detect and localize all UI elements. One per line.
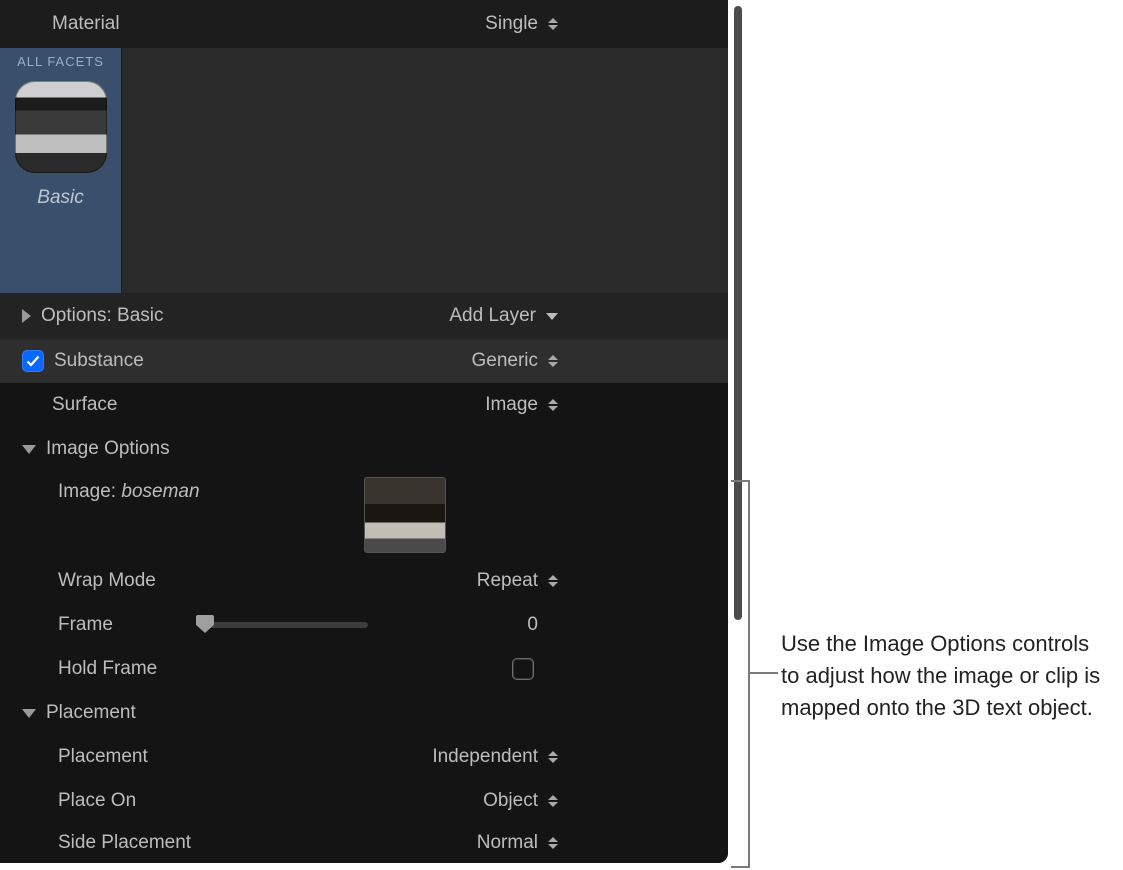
side-placement-value: Normal [477, 832, 538, 854]
annotation-area: Use the Image Options controls to adjust… [747, 0, 1123, 863]
substance-popup[interactable]: Generic [471, 350, 558, 372]
facet-header: ALL FACETS [17, 48, 104, 73]
callout-bracket-icon [748, 480, 750, 868]
frame-label: Frame [58, 614, 198, 636]
material-label: Material [52, 13, 120, 35]
facet-name: Basic [37, 187, 83, 209]
side-placement-popup[interactable]: Normal [477, 832, 558, 854]
image-options-row: Image Options [0, 427, 728, 471]
placement-row: Placement Independent [0, 735, 728, 779]
disclosure-down-icon[interactable] [22, 445, 36, 454]
add-layer-popup[interactable]: Add Layer [449, 305, 558, 327]
placement-section-row: Placement [0, 691, 728, 735]
stepper-icon [548, 795, 558, 807]
callout-bracket-icon [731, 866, 749, 868]
stepper-icon [548, 18, 558, 30]
inspector-panel: Material Single ALL FACETS Basic Options… [0, 0, 728, 863]
place-on-label: Place On [58, 790, 136, 812]
substance-row: Substance Generic [0, 339, 728, 383]
hold-frame-row: Hold Frame [0, 647, 728, 691]
image-well[interactable] [364, 477, 446, 553]
callout-lead-icon [750, 672, 778, 674]
wrap-mode-popup[interactable]: Repeat [477, 570, 558, 592]
disclosure-right-icon[interactable] [22, 309, 31, 323]
image-row: Image: boseman [0, 471, 728, 559]
scrollbar-thumb[interactable] [734, 6, 742, 620]
options-row: Options: Basic Add Layer [0, 293, 728, 339]
substance-label: Substance [54, 350, 144, 372]
stepper-icon [548, 751, 558, 763]
callout-text: Use the Image Options controls to adjust… [781, 628, 1111, 724]
scrollbar[interactable] [732, 6, 744, 793]
frame-slider[interactable] [198, 622, 368, 628]
frame-row: Frame 0 [0, 603, 728, 647]
facet-thumbnail [15, 81, 107, 173]
side-placement-row: Side Placement Normal [0, 823, 728, 863]
facets-area: ALL FACETS Basic [0, 48, 728, 293]
wrap-mode-label: Wrap Mode [58, 570, 156, 592]
place-on-row: Place On Object [0, 779, 728, 823]
material-value: Single [485, 13, 538, 35]
substance-value: Generic [471, 350, 538, 372]
stepper-icon [548, 399, 558, 411]
callout-bracket-icon [731, 480, 749, 482]
stepper-icon [548, 355, 558, 367]
placement-section-label: Placement [46, 702, 136, 724]
place-on-value: Object [483, 790, 538, 812]
image-label: Image: boseman [58, 475, 200, 503]
material-popup[interactable]: Single [485, 13, 558, 35]
wrap-mode-value: Repeat [477, 570, 538, 592]
disclosure-down-icon[interactable] [22, 709, 36, 718]
options-label: Options: Basic [41, 305, 164, 327]
image-name: boseman [121, 481, 199, 502]
surface-row: Surface Image [0, 383, 728, 427]
chevron-down-icon [546, 313, 558, 320]
material-row: Material Single [0, 0, 728, 48]
side-placement-label: Side Placement [58, 832, 191, 854]
facet-tile[interactable]: ALL FACETS Basic [0, 48, 122, 293]
placement-value: Independent [432, 746, 538, 768]
slider-thumb-icon[interactable] [196, 615, 214, 633]
image-prefix: Image: [58, 481, 121, 502]
stepper-icon [548, 837, 558, 849]
hold-frame-label: Hold Frame [58, 658, 157, 680]
stepper-icon [548, 575, 558, 587]
checkmark-icon [25, 353, 41, 369]
placement-label: Placement [58, 746, 148, 768]
surface-value: Image [485, 394, 538, 416]
image-options-label: Image Options [46, 438, 170, 460]
wrap-mode-row: Wrap Mode Repeat [0, 559, 728, 603]
add-layer-label: Add Layer [449, 305, 536, 327]
place-on-popup[interactable]: Object [483, 790, 558, 812]
surface-popup[interactable]: Image [485, 394, 558, 416]
hold-frame-checkbox[interactable] [512, 658, 534, 680]
substance-checkbox[interactable] [22, 350, 44, 372]
placement-popup[interactable]: Independent [432, 746, 558, 768]
surface-label: Surface [52, 394, 117, 416]
frame-value[interactable]: 0 [498, 614, 538, 636]
